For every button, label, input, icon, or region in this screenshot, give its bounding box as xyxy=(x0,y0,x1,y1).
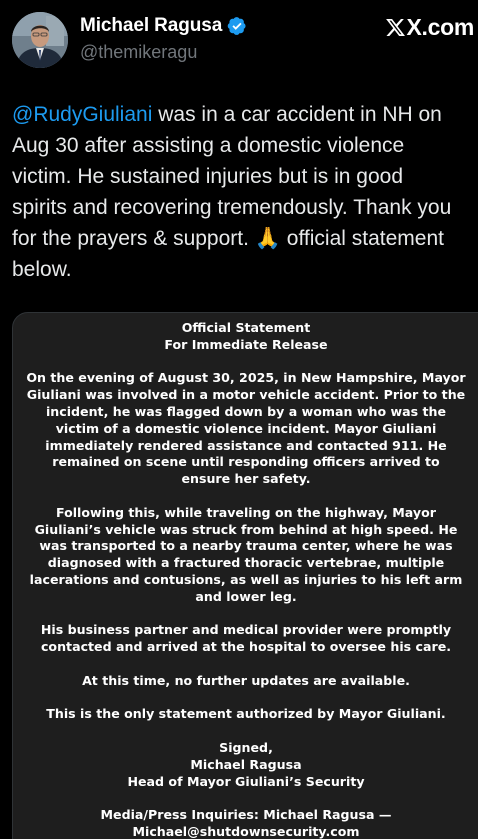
statement-p3-line: contacted and arrived at the hospital to… xyxy=(40,639,452,655)
statement-p2-line: diagnosed with a fractured thoracic vert… xyxy=(47,555,445,571)
statement-p1-line: ensure her safety. xyxy=(181,471,311,487)
statement-p1-line: incident, he was flagged down by a woman… xyxy=(45,403,447,419)
verified-badge-icon xyxy=(227,16,247,36)
tweet-line-1: @RudyGiuliani was in a car accident in N… xyxy=(12,99,478,130)
statement-media-line: Media/Press Inquiries: Michael Ragusa — xyxy=(100,807,392,823)
user-handle[interactable]: @themikeragu xyxy=(80,42,197,63)
tweet-line-4: spirits and recovering tremendously. Tha… xyxy=(12,196,452,219)
brand-logo: X.com xyxy=(385,14,474,41)
statement-p5: This is the only statement authorized by… xyxy=(46,706,446,722)
tweet-line-1-text: was in a car accident in NH on xyxy=(152,103,442,126)
statement-p4: At this time, no further updates are ava… xyxy=(82,672,410,688)
statement-p2-line: Following this, while traveling on the h… xyxy=(56,504,436,520)
x-logo-icon xyxy=(385,17,406,38)
statement-p1-line: immediately rendered assistance and cont… xyxy=(45,437,447,453)
statement-subtitle: For Immediate Release xyxy=(164,336,328,352)
brand-text: X.com xyxy=(406,14,474,40)
statement-p1-line: victim of a domestic violence incident. … xyxy=(55,420,437,436)
statement-p2-line: was transported to a nearby trauma cente… xyxy=(39,538,453,554)
tweet-header: Michael Ragusa @themikeragu X.com xyxy=(0,0,478,80)
statement-p1-line: remained on scene until responding offic… xyxy=(52,454,440,470)
tweet-line-6: below. xyxy=(12,258,72,281)
statement-media-email: Michael@shutdownsecurity.com xyxy=(132,823,360,839)
statement-p3-line: His business partner and medical provide… xyxy=(40,622,452,638)
statement-title: Official Statement xyxy=(181,320,311,335)
tweet-line-2: Aug 30 after assisting a domestic violen… xyxy=(12,134,405,157)
statement-p1-line: Giuliani was involved in a motor vehicle… xyxy=(26,387,466,403)
person-avatar-icon[interactable] xyxy=(12,12,68,68)
display-name[interactable]: Michael Ragusa xyxy=(80,15,222,37)
statement-signer-name: Michael Ragusa xyxy=(190,756,302,772)
tweet-text: @RudyGiuliani was in a car accident in N… xyxy=(12,99,478,285)
statement-signer-title: Head of Mayor Giuliani’s Security xyxy=(127,773,365,789)
attached-image[interactable]: Official Statement For Immediate Release… xyxy=(12,312,478,839)
tweet-line-5: for the prayers & support. 🙏 official st… xyxy=(12,227,444,250)
tweet-screenshot: Michael Ragusa @themikeragu X.com @RudyG… xyxy=(0,0,478,839)
tweet-line-3: victim. He sustained injuries but is in … xyxy=(12,165,404,188)
official-statement: Official Statement For Immediate Release… xyxy=(13,320,478,839)
statement-signed: Signed, xyxy=(219,739,273,755)
statement-p2-line: Giuliani’s vehicle was struck from behin… xyxy=(34,521,458,537)
statement-p2-line: lacerations and contusions, as well as i… xyxy=(29,571,463,587)
statement-p1-line: On the evening of August 30, 2025, in Ne… xyxy=(26,370,466,386)
name-row: Michael Ragusa xyxy=(80,15,247,37)
mention-link[interactable]: @RudyGiuliani xyxy=(12,103,152,126)
statement-p2-line: and lower leg. xyxy=(195,588,297,604)
